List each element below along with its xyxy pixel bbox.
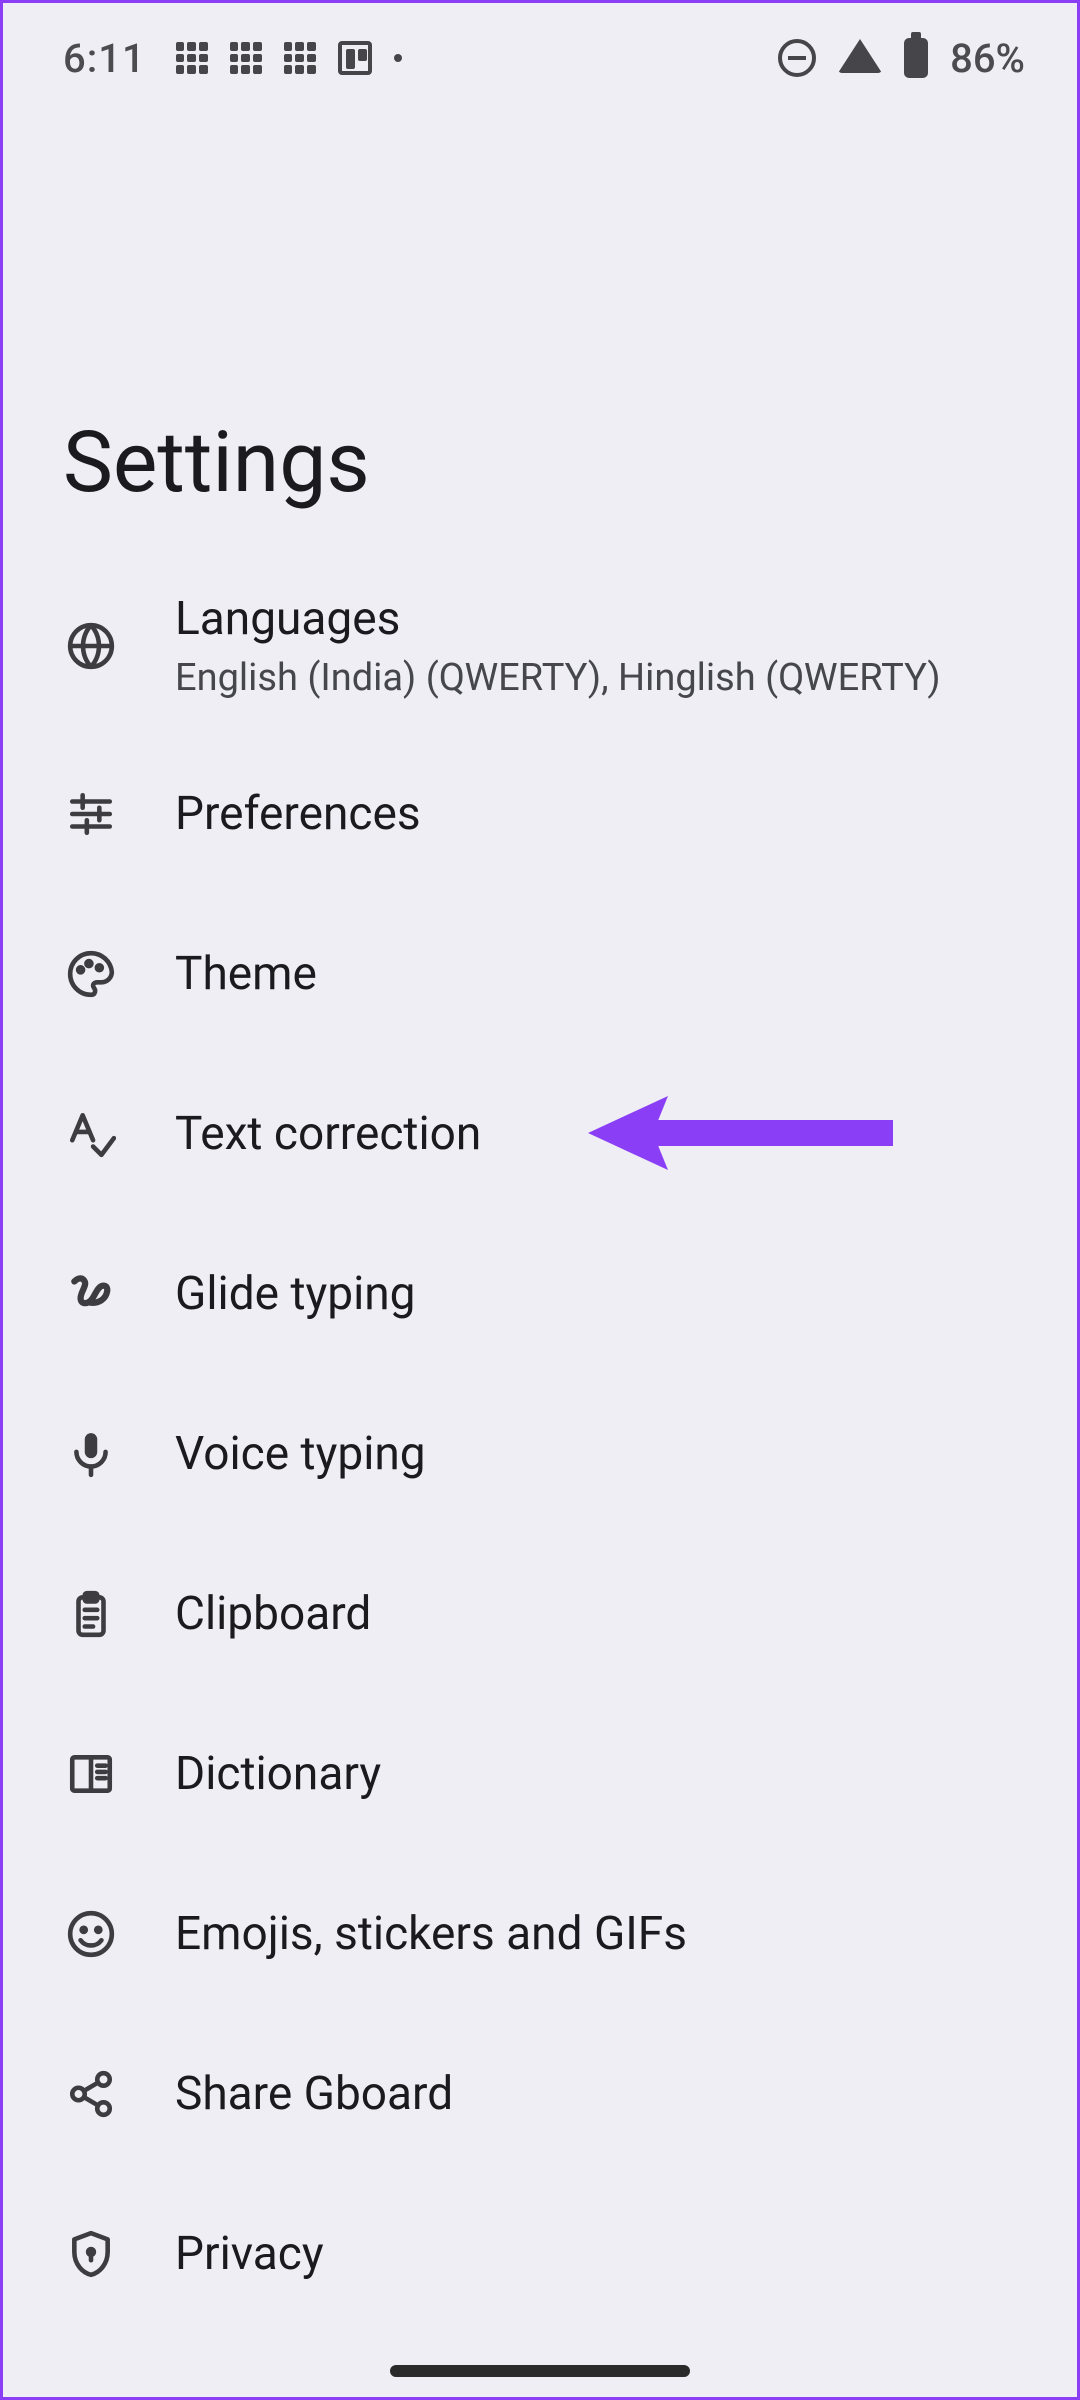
settings-item-label: Languages: [175, 592, 941, 646]
settings-item-glide-typing[interactable]: Glide typing: [3, 1214, 1077, 1374]
settings-item-theme[interactable]: Theme: [3, 894, 1077, 1054]
status-clock: 6:11: [63, 35, 146, 82]
settings-item-label: Preferences: [175, 787, 421, 841]
microphone-icon: [63, 1426, 119, 1482]
settings-item-preferences[interactable]: Preferences: [3, 734, 1077, 894]
settings-item-emojis[interactable]: Emojis, stickers and GIFs: [3, 1854, 1077, 2014]
settings-item-label: Voice typing: [175, 1427, 426, 1481]
slack-notification-icon: [230, 42, 262, 74]
status-bar: 6:11 86%: [3, 3, 1077, 113]
slack-notification-icon: [176, 42, 208, 74]
slack-notification-icon: [284, 42, 316, 74]
book-icon: [63, 1746, 119, 1802]
settings-list: Languages English (India) (QWERTY), Hing…: [3, 558, 1077, 2334]
page-title: Settings: [63, 413, 370, 512]
settings-item-label: Clipboard: [175, 1587, 371, 1641]
settings-item-text-correction[interactable]: Text correction: [3, 1054, 1077, 1214]
shield-icon: [63, 2226, 119, 2282]
settings-item-label: Text correction: [175, 1107, 481, 1161]
settings-item-voice-typing[interactable]: Voice typing: [3, 1374, 1077, 1534]
battery-icon: [904, 38, 928, 78]
settings-item-label: Dictionary: [175, 1747, 381, 1801]
settings-item-label: Privacy: [175, 2227, 324, 2281]
emoji-icon: [63, 1906, 119, 1962]
trello-notification-icon: [338, 41, 372, 75]
settings-item-label: Emojis, stickers and GIFs: [175, 1907, 687, 1961]
settings-item-share[interactable]: Share Gboard: [3, 2014, 1077, 2174]
settings-item-languages[interactable]: Languages English (India) (QWERTY), Hing…: [3, 558, 1077, 734]
share-icon: [63, 2066, 119, 2122]
settings-item-subtitle: English (India) (QWERTY), Hinglish (QWER…: [175, 656, 941, 700]
text-check-icon: [63, 1106, 119, 1162]
globe-icon: [63, 618, 119, 674]
more-notifications-icon: [394, 54, 402, 62]
settings-item-dictionary[interactable]: Dictionary: [3, 1694, 1077, 1854]
palette-icon: [63, 946, 119, 1002]
gesture-navigation-bar[interactable]: [390, 2365, 690, 2377]
wifi-icon: [838, 39, 882, 73]
settings-item-clipboard[interactable]: Clipboard: [3, 1534, 1077, 1694]
settings-item-privacy[interactable]: Privacy: [3, 2174, 1077, 2334]
sliders-icon: [63, 786, 119, 842]
settings-item-label: Share Gboard: [175, 2067, 453, 2121]
do-not-disturb-icon: [778, 39, 816, 77]
gesture-icon: [63, 1266, 119, 1322]
settings-item-label: Theme: [175, 947, 317, 1001]
clipboard-icon: [63, 1586, 119, 1642]
settings-item-label: Glide typing: [175, 1267, 416, 1321]
battery-percentage: 86%: [950, 35, 1025, 82]
